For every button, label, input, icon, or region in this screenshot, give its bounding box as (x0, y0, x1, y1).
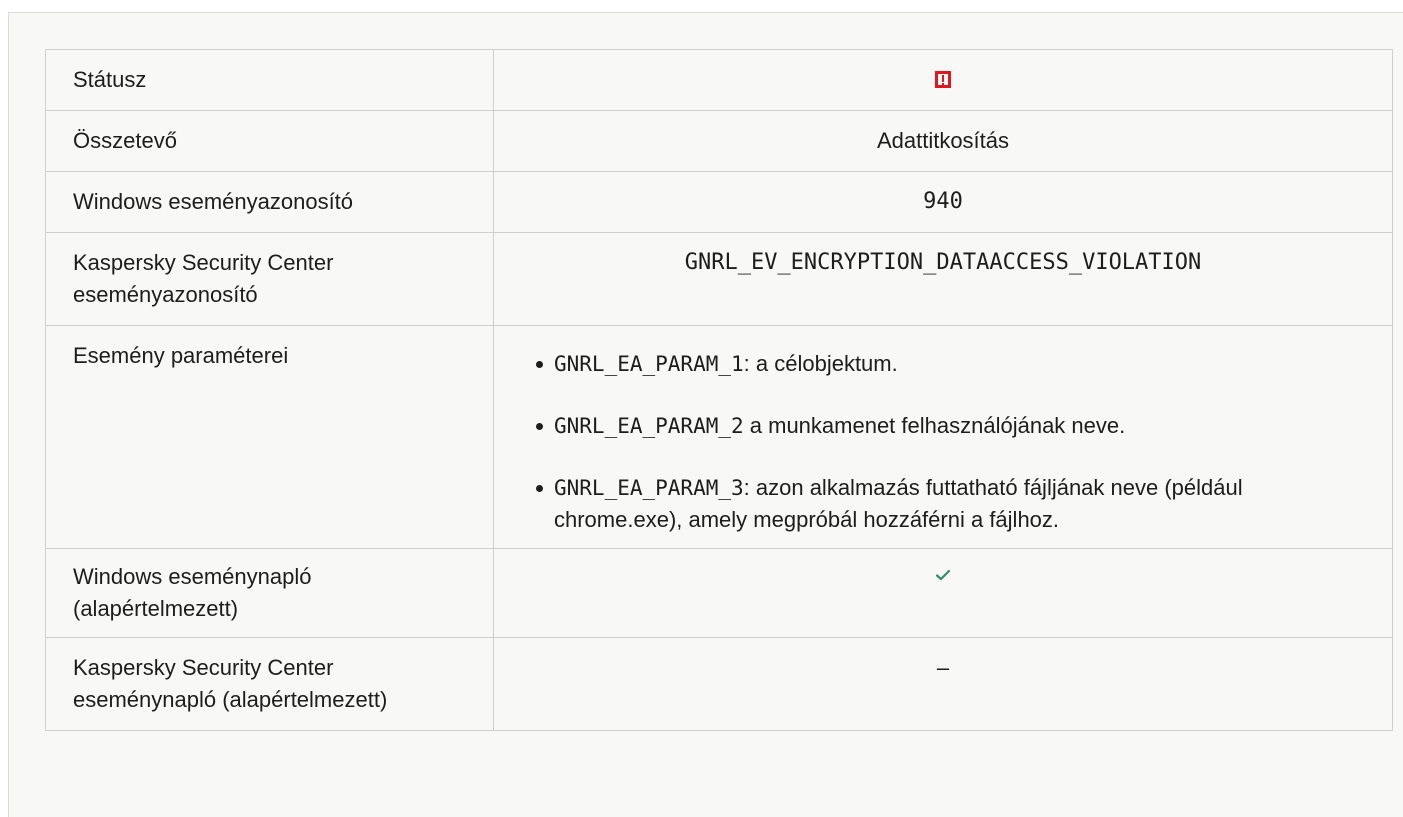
param-code: GNRL_EA_PARAM_2 (554, 414, 744, 438)
param-text: a munkamenet felhasználójának neve. (743, 413, 1126, 438)
windows-log-label: Windows eseménynapló (alapértelmezett) (45, 548, 494, 638)
bullet-icon (536, 361, 543, 368)
windows-event-id-label: Windows eseményazonosító (45, 171, 494, 233)
table-row-ksc-event-id: Kaspersky Security Center eseményazonosí… (45, 232, 1393, 326)
bullet-icon (536, 423, 543, 430)
param-code: GNRL_EA_PARAM_1 (554, 352, 744, 376)
check-icon (935, 570, 951, 581)
event-params-label: Esemény paraméterei (45, 325, 494, 549)
table-row-windows-log: Windows eseménynapló (alapértelmezett) (45, 548, 1393, 638)
ksc-event-id-label: Kaspersky Security Center eseményazonosí… (45, 232, 494, 326)
status-label: Státusz (45, 49, 494, 111)
warning-icon (935, 70, 951, 88)
status-value (493, 49, 1393, 111)
table-row-ksc-log: Kaspersky Security Center eseménynapló (… (45, 637, 1393, 731)
table-row-status: Státusz (45, 49, 1393, 111)
ksc-log-value: – (493, 637, 1393, 731)
table-row-windows-event-id: Windows eseményazonosító 940 (45, 171, 1393, 233)
windows-log-value (493, 548, 1393, 638)
component-label: Összetevő (45, 110, 494, 172)
param-code: GNRL_EA_PARAM_3 (554, 476, 744, 500)
table-row-event-params: Esemény paraméterei GNRL_EA_PARAM_1: a c… (45, 325, 1393, 549)
event-params-value: GNRL_EA_PARAM_1: a célobjektum. GNRL_EA_… (493, 325, 1393, 549)
list-item: GNRL_EA_PARAM_3: azon alkalmazás futtath… (536, 472, 1356, 536)
ksc-event-id-value: GNRL_EV_ENCRYPTION_DATAACCESS_VIOLATION (493, 232, 1393, 326)
param-list: GNRL_EA_PARAM_1: a célobjektum. GNRL_EA_… (536, 348, 1356, 536)
component-value: Adattitkosítás (493, 110, 1393, 172)
ksc-log-label: Kaspersky Security Center eseménynapló (… (45, 637, 494, 731)
event-table: Státusz Összetevő Adattitkosítás Windows… (45, 49, 1393, 731)
list-item: GNRL_EA_PARAM_1: a célobjektum. (536, 348, 1356, 380)
content-panel: Státusz Összetevő Adattitkosítás Windows… (8, 12, 1403, 817)
table-row-component: Összetevő Adattitkosítás (45, 110, 1393, 172)
bullet-icon (536, 485, 543, 492)
list-item: GNRL_EA_PARAM_2 a munkamenet felhasználó… (536, 410, 1356, 442)
windows-event-id-value: 940 (493, 171, 1393, 233)
param-text: : a célobjektum. (743, 351, 898, 376)
